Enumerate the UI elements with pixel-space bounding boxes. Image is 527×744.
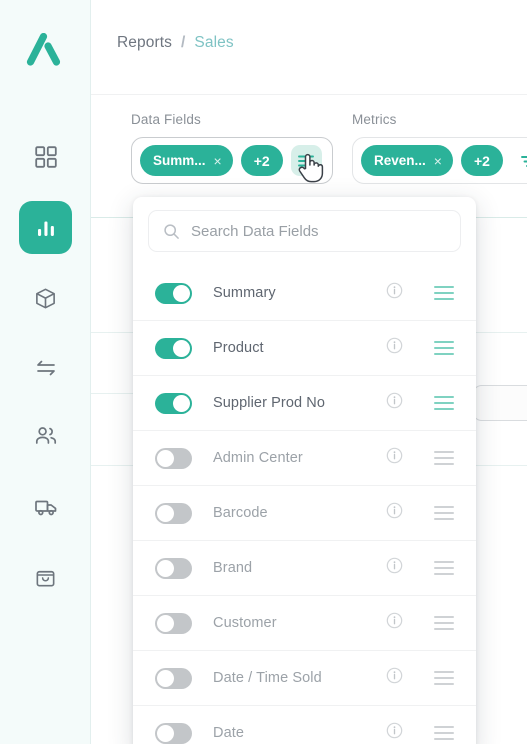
data-field-row[interactable]: Supplier Prod No <box>133 376 476 431</box>
toggle-knob <box>157 614 174 632</box>
sidebar-item-reports[interactable] <box>19 201 72 254</box>
toggle-knob <box>173 394 190 412</box>
toggle-knob <box>157 559 174 577</box>
breadcrumb: Reports / Sales <box>117 34 234 52</box>
data-field-label: Brand <box>213 560 253 576</box>
data-field-toggle[interactable] <box>155 722 192 744</box>
data-field-label: Supplier Prod No <box>213 395 326 411</box>
data-field-toggle[interactable] <box>155 282 192 304</box>
data-field-row[interactable]: Barcode <box>133 486 476 541</box>
search-data-fields-wrapper[interactable] <box>148 210 461 252</box>
metrics-label: Metrics <box>352 112 397 127</box>
info-circle-icon[interactable] <box>386 722 403 744</box>
drag-handle-icon[interactable] <box>434 286 454 300</box>
info-circle-icon[interactable] <box>386 502 403 524</box>
metrics-more-count[interactable]: +2 <box>460 145 503 176</box>
drag-handle-icon[interactable] <box>434 396 454 410</box>
data-field-row[interactable]: Brand <box>133 541 476 596</box>
drag-handle-icon[interactable] <box>434 671 454 685</box>
info-circle-icon[interactable] <box>386 337 403 359</box>
truck-icon <box>34 500 56 515</box>
info-circle-icon[interactable] <box>386 557 403 579</box>
metrics-filter-button[interactable] <box>519 153 527 169</box>
filter-lines-icon <box>520 155 527 167</box>
close-icon[interactable]: × <box>434 154 442 168</box>
toggle-knob <box>173 339 190 357</box>
data-field-row[interactable]: Summary <box>133 266 476 321</box>
data-field-toggle[interactable] <box>155 337 192 359</box>
transfer-arrows-icon <box>36 360 55 375</box>
drag-handle-icon[interactable] <box>434 451 454 465</box>
sidebar-item-products[interactable] <box>19 272 72 325</box>
close-icon[interactable]: × <box>214 154 222 168</box>
data-field-toggle[interactable] <box>155 612 192 634</box>
info-circle-icon[interactable] <box>386 612 403 634</box>
info-circle-icon[interactable] <box>386 282 403 304</box>
sidebar-item-orders[interactable] <box>19 551 72 604</box>
toggle-knob <box>157 449 174 467</box>
header-divider <box>91 94 527 95</box>
data-field-row[interactable]: Date / Time Sold <box>133 651 476 706</box>
data-field-row[interactable]: Product <box>133 321 476 376</box>
data-fields-more-count[interactable]: +2 <box>240 145 283 176</box>
lambda-logo-icon <box>26 33 60 66</box>
data-field-toggle[interactable] <box>155 392 192 414</box>
metrics-chip[interactable]: Reven... × <box>361 145 453 176</box>
search-icon <box>164 223 179 239</box>
toggle-knob <box>157 504 174 522</box>
drag-handle-icon[interactable] <box>434 726 454 740</box>
toggle-knob <box>173 284 190 302</box>
data-fields-chip[interactable]: Summ... × <box>140 145 233 176</box>
app-root: Reports / Sales Data Fields Summ... × +2 <box>0 0 527 744</box>
metrics-control[interactable]: Reven... × +2 <box>352 137 527 184</box>
metrics-chip-label: Reven... <box>374 153 426 168</box>
data-field-label: Product <box>213 340 264 356</box>
data-fields-label: Data Fields <box>131 112 201 127</box>
sidebar-item-customers[interactable] <box>19 409 72 462</box>
drag-handle-icon[interactable] <box>434 341 454 355</box>
data-field-toggle[interactable] <box>155 447 192 469</box>
toggle-knob <box>157 724 174 742</box>
background-search-field[interactable] <box>472 385 527 421</box>
drag-handle-icon[interactable] <box>434 561 454 575</box>
data-field-label: Date / Time Sold <box>213 670 322 686</box>
data-field-row[interactable]: Admin Center <box>133 431 476 486</box>
data-field-row[interactable]: Date <box>133 706 476 744</box>
breadcrumb-sales[interactable]: Sales <box>194 34 233 52</box>
data-field-label: Date <box>213 725 245 741</box>
data-field-label: Barcode <box>213 505 268 521</box>
bar-chart-icon <box>37 221 54 236</box>
app-logo[interactable] <box>0 27 91 73</box>
data-field-row[interactable]: Customer <box>133 596 476 651</box>
drag-handle-icon[interactable] <box>434 506 454 520</box>
field-options-icon <box>298 155 315 166</box>
users-icon <box>35 426 56 444</box>
info-circle-icon[interactable] <box>386 667 403 689</box>
sidebar-item-dashboard[interactable] <box>19 130 72 183</box>
data-field-label: Customer <box>213 615 277 631</box>
shopping-bag-icon <box>36 570 55 587</box>
info-circle-icon[interactable] <box>386 447 403 469</box>
breadcrumb-reports[interactable]: Reports <box>117 34 172 52</box>
data-field-toggle[interactable] <box>155 667 192 689</box>
data-field-label: Admin Center <box>213 450 303 466</box>
data-fields-options-button[interactable] <box>290 145 322 176</box>
sidebar-item-deliveries[interactable] <box>19 480 72 533</box>
data-fields-dropdown: Summary Product Supplier Prod No Admin Cent… <box>133 197 476 744</box>
sidebar-item-transfers[interactable] <box>19 341 72 394</box>
data-fields-chip-label: Summ... <box>153 153 206 168</box>
sidebar <box>0 0 91 744</box>
data-field-toggle[interactable] <box>155 557 192 579</box>
box-package-icon <box>36 288 55 309</box>
drag-handle-icon[interactable] <box>434 616 454 630</box>
search-data-fields-input[interactable] <box>191 222 441 240</box>
toggle-knob <box>157 669 174 687</box>
grid-dashboard-icon <box>34 145 57 168</box>
data-field-toggle[interactable] <box>155 502 192 524</box>
info-circle-icon[interactable] <box>386 392 403 414</box>
data-field-label: Summary <box>213 285 276 301</box>
data-fields-control[interactable]: Summ... × +2 <box>131 137 333 184</box>
data-fields-list[interactable]: Summary Product Supplier Prod No Admin Cent… <box>133 266 476 744</box>
breadcrumb-separator: / <box>180 34 186 51</box>
